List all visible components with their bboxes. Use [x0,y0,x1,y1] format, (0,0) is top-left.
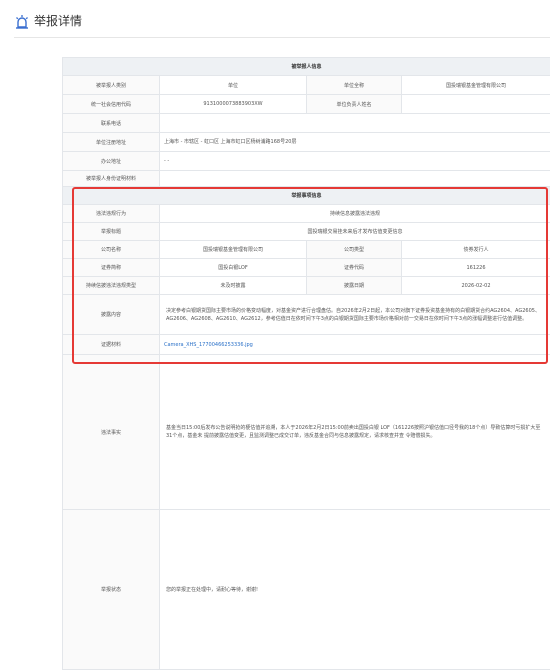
field-label: 证据材料 [63,335,160,355]
field-value: 单位 [160,76,307,95]
table-row: 单位注册地址 上海市 - 市辖区 - 虹口区 上海市虹口区杨树浦路168号20层 [63,133,550,152]
field-label: 联系电话 [63,114,160,133]
table-row: 举报标题 国投瑞银交易挂未来后才发布估值变更信息 [63,223,550,241]
field-value: 2026-02-02 [402,277,550,295]
field-label: 持续信披违法违规类型 [63,277,160,295]
field-value [160,171,550,187]
table-row: 统一社会信用代码 9131000073883903XW 单位负责人姓名 [63,95,550,114]
field-label: 被举报人身份证明材料 [63,171,160,187]
field-label: 披露日期 [307,277,402,295]
table-row: 证券简称 国投白银LOF 证券代码 161226 [63,259,550,277]
disclosure-content: 决定参考白银期货国际主要市场的价格变动幅度，对基金资产进行合理盘估。自2026年… [160,295,550,335]
table-row: 办公地址 - - [63,152,550,171]
table-row: 违法事实 基金当日15:00后发布公告说明抢的梗估值并追溯，本人于2026年2月… [63,355,550,510]
table-row: 证据材料 Camera_XHS_17700466253336.jpg [63,335,550,355]
section-title-reported: 被举报人信息 [63,58,550,76]
field-label: 单位注册地址 [63,133,160,152]
field-value: 未及时披露 [160,277,307,295]
field-label: 统一社会信用代码 [63,95,160,114]
report-detail-panel: 被举报人信息 被举报人类别 单位 单位全称 国投瑞银基金管理有限公司 统一社会信… [62,57,550,658]
table-row: 持续信披违法违规类型 未及时披露 披露日期 2026-02-02 [63,277,550,295]
field-value: 国投瑞银基金管理有限公司 [402,76,550,95]
table-row: 被举报人身份证明材料 [63,171,550,187]
evidence-file-link[interactable]: Camera_XHS_17700466253336.jpg [164,342,253,348]
report-status: 您的举报正在处理中，请耐心等待，谢谢! [160,510,550,670]
report-detail-table: 被举报人信息 被举报人类别 单位 单位全称 国投瑞银基金管理有限公司 统一社会信… [62,57,550,670]
field-value [160,114,550,133]
reported-section-header: 被举报人信息 [63,58,550,76]
field-value [402,95,550,114]
field-label: 举报标题 [63,223,160,241]
field-label: 证券简称 [63,259,160,277]
field-label: 被举报人类别 [63,76,160,95]
field-label: 违法事实 [63,355,160,510]
field-label: 单位负责人姓名 [307,95,402,114]
matter-section-header: 举报事项信息 [63,187,550,205]
header-divider [14,37,550,38]
page-title: 举报详情 [34,12,82,29]
field-label: 办公地址 [63,152,160,171]
field-value: 国投瑞银基金管理有限公司 [160,241,307,259]
field-label: 公司名称 [63,241,160,259]
table-row: 公司名称 国投瑞银基金管理有限公司 公司类型 债券发行人 [63,241,550,259]
field-label: 违法违规行为 [63,205,160,223]
field-value: 国投瑞银交易挂未来后才发布估值变更信息 [160,223,550,241]
field-label: 披露内容 [63,295,160,335]
page-header: 举报详情 [0,0,550,38]
field-value: - - [160,152,550,171]
field-label: 证券代码 [307,259,402,277]
field-label: 举报状态 [63,510,160,670]
table-row: 违法违规行为 持续信息披露违法违规 [63,205,550,223]
table-row: 联系电话 [63,114,550,133]
field-value: 国投白银LOF [160,259,307,277]
section-title-matter: 举报事项信息 [63,187,550,205]
field-value: 9131000073883903XW [160,95,307,114]
field-value: 债券发行人 [402,241,550,259]
table-row: 被举报人类别 单位 单位全称 国投瑞银基金管理有限公司 [63,76,550,95]
field-value: 161226 [402,259,550,277]
violation-facts: 基金当日15:00后发布公告说明抢的梗估值并追溯，本人于2026年2月2日15:… [160,355,550,510]
alarm-siren-icon [14,14,30,30]
table-row: 披露内容 决定参考白银期货国际主要市场的价格变动幅度，对基金资产进行合理盘估。自… [63,295,550,335]
field-value: 持续信息披露违法违规 [160,205,550,223]
field-label: 公司类型 [307,241,402,259]
table-row: 举报状态 您的举报正在处理中，请耐心等待，谢谢! [63,510,550,670]
field-value: 上海市 - 市辖区 - 虹口区 上海市虹口区杨树浦路168号20层 [160,133,550,152]
field-label: 单位全称 [307,76,402,95]
